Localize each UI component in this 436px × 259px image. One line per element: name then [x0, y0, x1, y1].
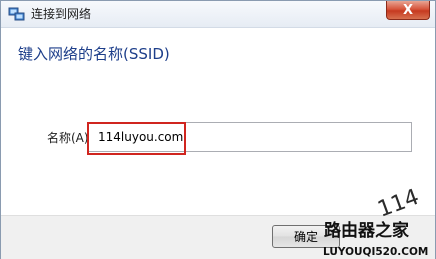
title-bar[interactable]: 连接到网络 X	[1, 1, 435, 28]
close-icon: X	[402, 2, 414, 18]
watermark-brand: 路由器之家	[324, 220, 409, 241]
name-field-label: 名称(A)	[47, 131, 89, 145]
close-button[interactable]: X	[386, 1, 430, 20]
watermark-number: 114	[375, 185, 423, 223]
watermark-logo: 114 路由器之家 LUYOUQI520.COM	[323, 185, 428, 258]
page-heading: 键入网络的名称(SSID)	[18, 45, 170, 63]
name-input[interactable]	[88, 122, 412, 152]
network-icon	[8, 7, 25, 21]
dialog-window: 连接到网络 X 键入网络的名称(SSID) 名称(A) 确定 114 路由器之家…	[0, 0, 436, 259]
window-title: 连接到网络	[31, 7, 92, 21]
watermark-url: LUYOUQI520.COM	[323, 246, 428, 258]
